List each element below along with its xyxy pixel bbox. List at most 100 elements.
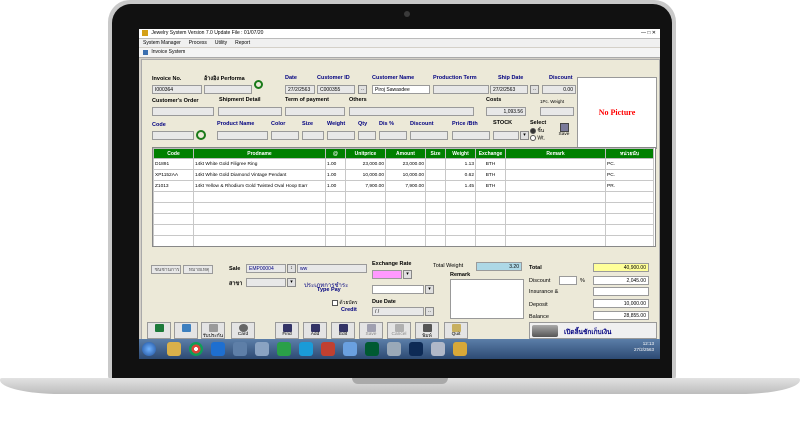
col-header-prodname[interactable]: Prodname [193, 148, 326, 159]
insurance-field[interactable] [593, 287, 649, 296]
col-header-unit[interactable]: หน่วยนับ [605, 148, 654, 159]
cell-amount[interactable]: 7,900.00 [385, 180, 426, 192]
performa-field[interactable] [204, 85, 252, 94]
cell-remark[interactable] [505, 169, 606, 181]
cell-code[interactable]: D1891 [153, 158, 194, 170]
bottom-discount-field[interactable]: 2,045.00 [593, 276, 649, 285]
customer-name-field[interactable]: Piroj Sawasdee [372, 85, 430, 94]
table-row[interactable]: XP1152AA 14kt White Gold Diamond Vintage… [153, 169, 654, 181]
sale-name-field[interactable]: ww [297, 264, 367, 273]
app-icon-2[interactable] [255, 342, 269, 356]
cell-unitprice[interactable]: 10,000.00 [345, 169, 386, 181]
exchange-extra-field[interactable] [372, 285, 424, 294]
remark-textarea[interactable] [450, 279, 524, 319]
customers-order-field[interactable] [152, 107, 214, 116]
table-row[interactable]: D1891 14kt White Gold Filigree Ring 1.00… [153, 158, 654, 170]
app-icon-4[interactable] [343, 342, 357, 356]
cell-code[interactable]: Z1013 [153, 180, 194, 192]
quit-button[interactable]: Quit [444, 322, 468, 339]
table-row[interactable] [153, 191, 654, 203]
cell-code[interactable]: XP1152AA [153, 169, 194, 181]
qty-field[interactable] [358, 131, 376, 140]
cell-weight[interactable]: 1.13 [445, 158, 476, 170]
file-explorer-icon[interactable] [167, 342, 181, 356]
menu-process[interactable]: Process [189, 40, 207, 46]
system-tray[interactable]: 12:13 27/2/2563 [634, 341, 654, 353]
cancel-button[interactable]: Cancel [387, 322, 411, 339]
cell-size[interactable] [425, 158, 446, 170]
size-field[interactable] [302, 131, 324, 140]
cell-exchange[interactable]: BTH [475, 158, 506, 170]
cell-weight[interactable]: 1.45 [445, 180, 476, 192]
cell-amount[interactable]: 23,000.00 [385, 158, 426, 170]
table-row[interactable] [153, 213, 654, 225]
cell-qty[interactable]: 1.00 [325, 180, 346, 192]
report-button[interactable] [174, 322, 198, 339]
cell-unitprice[interactable]: 23,000.00 [345, 158, 386, 170]
branch-field[interactable] [246, 278, 286, 287]
table-row[interactable] [153, 202, 654, 214]
window-controls[interactable]: — □ ✕ [641, 29, 656, 38]
sale-code-field[interactable]: EMP00004 [246, 264, 286, 273]
shipment-detail-field[interactable] [218, 107, 282, 116]
price-field[interactable] [452, 131, 490, 140]
photoshop-icon[interactable] [409, 342, 423, 356]
receipt-button[interactable]: รับประกัน [201, 322, 225, 339]
app-icon-3[interactable] [321, 342, 335, 356]
menu-report[interactable]: Report [235, 40, 250, 46]
production-term-field[interactable] [433, 85, 489, 94]
invoice-no-field[interactable]: I000364 [152, 85, 202, 94]
chrome-icon[interactable] [189, 342, 203, 356]
customer-id-field[interactable]: C000355 [317, 85, 355, 94]
ship-date-button[interactable]: .. [530, 85, 539, 94]
cell-qty[interactable]: 1.00 [325, 169, 346, 181]
exchange-extra-dropdown[interactable]: ▾ [425, 285, 434, 294]
col-header-amount[interactable]: Amount [385, 148, 426, 159]
cell-exchange[interactable]: BTH [475, 169, 506, 181]
credit-checkbox[interactable]: ด้วยบัตร [332, 299, 357, 307]
cell-prodname[interactable]: 14kt White Gold Filigree Ring [193, 158, 326, 170]
term-of-payment-field[interactable] [285, 107, 345, 116]
cell-size[interactable] [425, 169, 446, 181]
select-wt-option[interactable]: Wt. [530, 135, 545, 141]
skype-icon[interactable] [299, 342, 313, 356]
table-row[interactable]: Z1013 14kt Yellow & Rhodium Gold Twisted… [153, 180, 654, 192]
cell-qty[interactable]: 1.00 [325, 158, 346, 170]
cell-remark[interactable] [505, 180, 606, 192]
cell-unit[interactable]: PR. [605, 180, 654, 192]
discount-percent-field[interactable] [559, 276, 577, 285]
others-field[interactable] [349, 107, 474, 116]
ship-date-field[interactable]: 27/2/2563 [490, 85, 528, 94]
menu-utility[interactable]: Utility [215, 40, 227, 46]
app-icon-1[interactable] [233, 342, 247, 356]
col-header-weight[interactable]: Weight [445, 148, 476, 159]
discount-field[interactable]: 0.00 [542, 85, 576, 94]
ie-icon[interactable] [211, 342, 225, 356]
cell-prodname[interactable]: 14kt White Gold Diamond Vintage Pendant [193, 169, 326, 181]
search-performa-icon[interactable] [254, 80, 263, 89]
stock-field[interactable] [493, 131, 519, 140]
col-header-exchange[interactable]: Exchange [475, 148, 506, 159]
save-button[interactable]: Save [359, 322, 383, 339]
deposit-field[interactable]: 10,000.00 [593, 299, 649, 308]
cell-unitprice[interactable]: 7,900.00 [345, 180, 386, 192]
excel-button[interactable] [147, 322, 171, 339]
app-icon-6[interactable] [431, 342, 445, 356]
cell-unit[interactable]: PC. [605, 169, 654, 181]
search-code-icon[interactable] [196, 130, 206, 140]
find-button[interactable]: Find [275, 322, 299, 339]
cell-unit[interactable]: PC. [605, 158, 654, 170]
cell-weight[interactable]: 0.62 [445, 169, 476, 181]
branch-dropdown-button[interactable]: ▾ [287, 278, 296, 287]
item-discount-field[interactable] [410, 131, 448, 140]
table-row[interactable] [153, 235, 654, 246]
sale-lookup-button[interactable]: ↕ [287, 264, 296, 273]
card-button[interactable]: Card [231, 322, 255, 339]
disc-percent-field[interactable] [379, 131, 407, 140]
select-piece-option[interactable]: ชิ้น [530, 127, 544, 135]
col-header-qty[interactable]: @ [325, 148, 346, 159]
start-button-icon[interactable] [142, 342, 156, 356]
pc-weight-field[interactable] [540, 107, 574, 116]
code-field[interactable] [152, 131, 194, 140]
color-field[interactable] [271, 131, 299, 140]
